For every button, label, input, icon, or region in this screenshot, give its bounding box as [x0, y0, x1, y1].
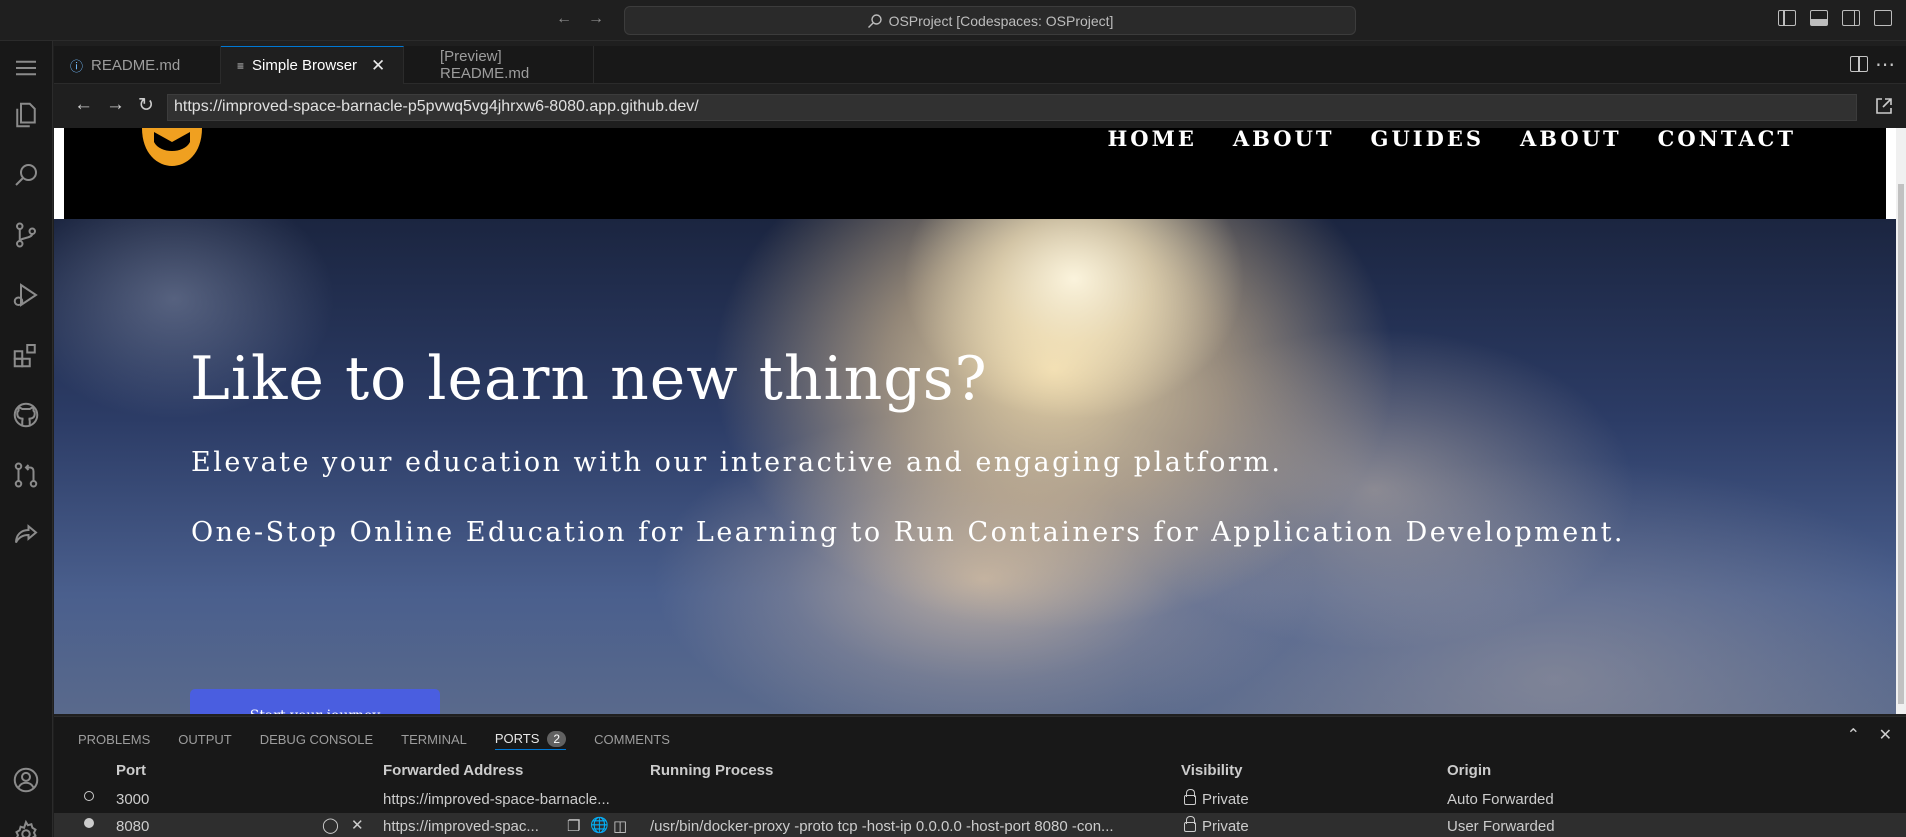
close-panel-icon[interactable]: ✕ [1879, 725, 1892, 745]
command-center[interactable]: OSProject [Codespaces: OSProject] [624, 6, 1356, 35]
hero-title: Like to learn new things? [190, 344, 988, 414]
menu-icon[interactable] [9, 51, 43, 85]
hero-section: Like to learn new things? Elevate your e… [54, 219, 1896, 714]
title-bar: ← → OSProject [Codespaces: OSProject] [0, 0, 1906, 41]
col-running-process: Running Process [650, 762, 774, 779]
bottom-panel: PROBLEMS OUTPUT DEBUG CONSOLE TERMINAL P… [54, 716, 1906, 837]
visibility[interactable]: Private [1184, 816, 1249, 835]
tab-ports-label: PORTS [494, 731, 540, 746]
page-scrollbar[interactable] [1896, 128, 1906, 714]
forwarded-address[interactable]: https://improved-space-barnacle... [383, 791, 610, 808]
browser-back-icon[interactable]: ← [74, 94, 93, 116]
nav-guides[interactable]: GUIDES [1371, 128, 1484, 150]
editor-tab-bar: ⓘ README.md ≡ Simple Browser ✕ [Preview]… [54, 46, 1906, 84]
nav-home[interactable]: HOME [1107, 128, 1196, 150]
github-icon[interactable] [9, 398, 43, 432]
browser-viewport: HOME ABOUT GUIDES ABOUT CONTACT Like to … [54, 128, 1896, 714]
command-center-label: OSProject [Codespaces: OSProject] [888, 12, 1114, 29]
forward-arrow-icon[interactable]: → [588, 10, 604, 28]
lock-icon [1184, 789, 1196, 805]
extensions-icon[interactable] [9, 338, 43, 372]
port-row[interactable]: 8080 ◯ ✕ https://improved-spac... ❐ 🌐 ◫ … [54, 813, 1906, 837]
site-nav: HOME ABOUT GUIDES ABOUT CONTACT [1107, 128, 1796, 150]
live-share-icon[interactable] [9, 518, 43, 552]
tab-readme[interactable]: ⓘ README.md [54, 46, 221, 84]
panel-tabs: PROBLEMS OUTPUT DEBUG CONSOLE TERMINAL P… [78, 728, 670, 750]
tab-label: README.md [91, 56, 181, 74]
accounts-icon[interactable] [9, 763, 43, 797]
hero-tagline: One-Stop Online Education for Learning t… [191, 517, 1625, 548]
col-visibility: Visibility [1181, 762, 1243, 779]
tab-problems[interactable]: PROBLEMS [78, 728, 150, 750]
open-external-icon[interactable] [1874, 96, 1894, 116]
port-number: 8080 [116, 818, 150, 835]
tab-output[interactable]: OUTPUT [178, 728, 231, 750]
source-control-icon[interactable] [9, 218, 43, 252]
customize-layout-icon[interactable] [1874, 10, 1892, 26]
tab-terminal[interactable]: TERMINAL [401, 728, 467, 750]
search-icon[interactable] [9, 158, 43, 192]
pull-requests-icon[interactable] [9, 458, 43, 492]
preview-in-editor-icon[interactable]: ◫ [613, 817, 627, 835]
nav-contact[interactable]: CONTACT [1658, 128, 1796, 150]
port-status-icon [84, 791, 94, 801]
hero-subtitle: Elevate your education with our interact… [191, 447, 1283, 478]
settings-gear-icon[interactable] [9, 817, 43, 837]
open-in-browser-icon[interactable]: 🌐 [590, 816, 609, 834]
port-running-icon [84, 818, 94, 828]
origin: User Forwarded [1447, 818, 1555, 835]
maximize-panel-icon[interactable]: ⌃ [1847, 725, 1860, 745]
origin: Auto Forwarded [1447, 791, 1554, 808]
back-arrow-icon[interactable]: ← [556, 10, 572, 28]
toggle-panel-icon[interactable] [1810, 10, 1828, 26]
tab-simple-browser[interactable]: ≡ Simple Browser ✕ [221, 46, 404, 84]
browser-forward-icon[interactable]: → [106, 94, 125, 116]
reload-icon[interactable]: ↻ [138, 94, 154, 117]
col-origin: Origin [1447, 762, 1492, 779]
forwarded-address[interactable]: https://improved-spac... [383, 818, 539, 835]
tab-debug-console[interactable]: DEBUG CONSOLE [260, 728, 373, 750]
col-forwarded-address: Forwarded Address [383, 762, 524, 779]
lock-icon [1184, 816, 1196, 832]
nav-about-2[interactable]: ABOUT [1520, 128, 1622, 150]
browser-toolbar: ← → ↻ https://improved-space-barnacle-p5… [54, 86, 1906, 126]
url-input[interactable]: https://improved-space-barnacle-p5pvwq5v… [167, 94, 1857, 121]
visibility[interactable]: Private [1184, 789, 1249, 808]
stop-forwarding-icon[interactable]: ✕ [351, 816, 364, 834]
visibility-label: Private [1202, 791, 1249, 808]
visibility-label: Private [1202, 818, 1249, 835]
split-editor-icon[interactable] [1850, 56, 1868, 72]
copy-address-icon[interactable]: ❐ [567, 817, 580, 835]
port-row[interactable]: 3000 https://improved-space-barnacle... … [54, 786, 1906, 813]
tab-label: Simple Browser [252, 57, 358, 74]
explorer-icon[interactable] [9, 98, 43, 132]
tab-label: [Preview] README.md [440, 48, 530, 82]
label-port-icon[interactable]: ◯ [322, 816, 339, 834]
activity-bar [0, 41, 53, 837]
preview-icon: ≡ [237, 58, 245, 73]
layout-controls [1778, 10, 1906, 26]
port-number: 3000 [116, 791, 150, 808]
site-logo[interactable] [140, 128, 204, 166]
tab-preview-readme[interactable]: [Preview] README.md [404, 46, 594, 84]
tab-ports[interactable]: PORTS 2 [494, 728, 567, 750]
more-actions-icon[interactable]: ⋯ [1875, 52, 1896, 77]
close-icon[interactable]: ✕ [371, 56, 385, 76]
info-icon: ⓘ [70, 58, 84, 74]
scrollbar-thumb[interactable] [1898, 184, 1904, 704]
ports-count-badge: 2 [547, 730, 567, 747]
col-port: Port [116, 762, 146, 779]
running-process: /usr/bin/docker-proxy -proto tcp -host-i… [650, 818, 1114, 835]
nav-about[interactable]: ABOUT [1233, 128, 1335, 150]
toggle-secondary-sidebar-icon[interactable] [1842, 10, 1860, 26]
search-icon [867, 13, 882, 28]
site-header: HOME ABOUT GUIDES ABOUT CONTACT [64, 128, 1886, 219]
run-and-debug-icon[interactable] [9, 278, 43, 312]
toggle-primary-sidebar-icon[interactable] [1778, 10, 1796, 26]
tab-comments[interactable]: COMMENTS [594, 728, 670, 750]
start-journey-button[interactable]: Start your journey [190, 689, 440, 714]
